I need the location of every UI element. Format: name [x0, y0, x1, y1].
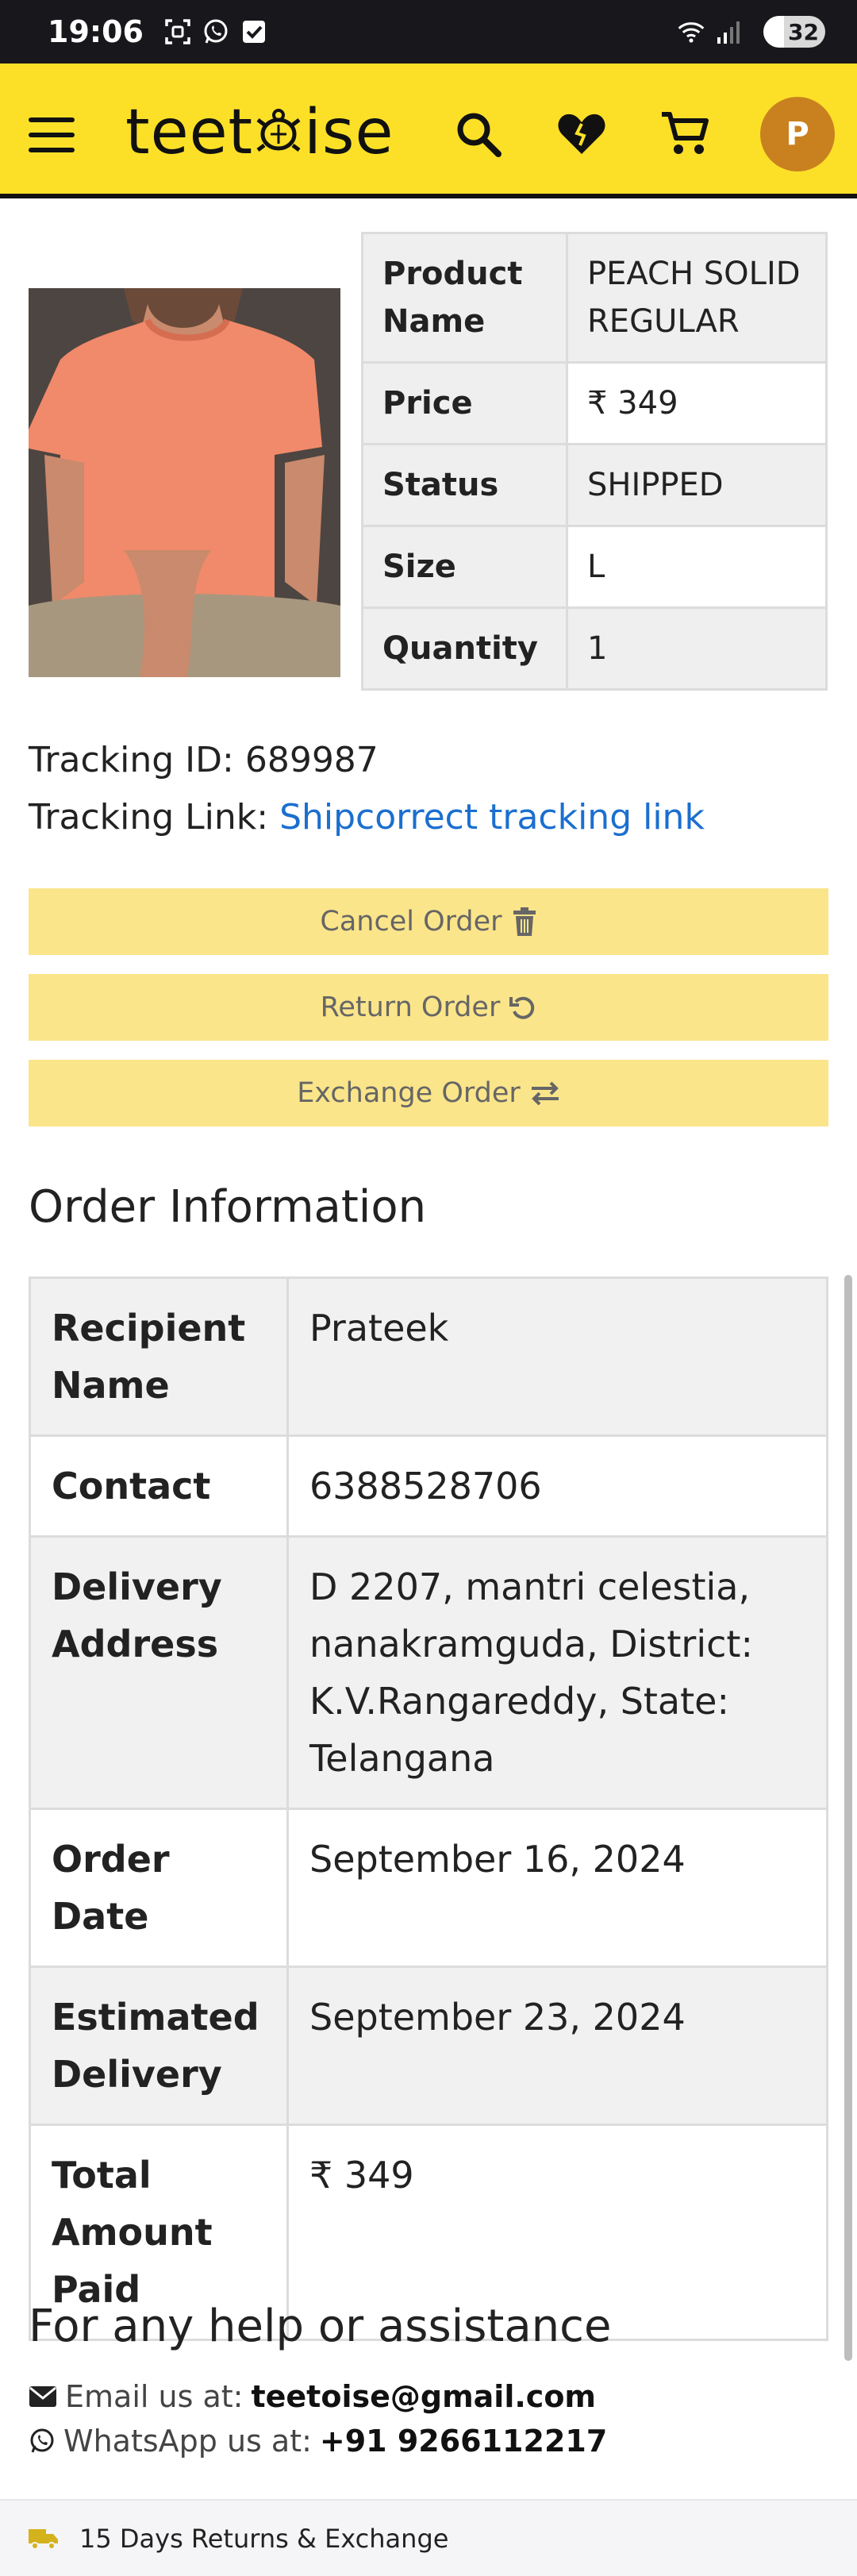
- order-date-value: September 16, 2024: [286, 1808, 828, 1968]
- cart-icon[interactable]: [659, 108, 711, 160]
- cancel-order-label: Cancel Order: [320, 906, 502, 938]
- quantity-value: 1: [566, 606, 828, 691]
- recipient-name-value: Prateek: [286, 1276, 828, 1437]
- email-label: Email us at:: [65, 2379, 244, 2414]
- battery-level: 32: [788, 18, 819, 45]
- battery-indicator: 32: [763, 16, 825, 48]
- logo-text-start: teet: [125, 97, 254, 168]
- whatsapp-icon: [202, 18, 229, 45]
- delivery-address-value: D 2207, mantri celestia, nanakramguda, D…: [286, 1535, 828, 1810]
- table-row: Quantity 1: [361, 606, 828, 691]
- checkbox-notification-icon: [240, 18, 267, 45]
- delivery-truck-icon: [29, 2528, 58, 2550]
- whatsapp-label: WhatsApp us at:: [63, 2424, 312, 2459]
- exchange-order-button[interactable]: Exchange Order: [29, 1060, 828, 1126]
- tracking-link-label: Tracking Link:: [29, 797, 280, 837]
- table-row: Product Name PEACH SOLID REGULAR T-…: [361, 232, 828, 364]
- order-information-table: Recipient Name Prateek Contact 638852870…: [29, 1276, 828, 2341]
- returns-banner: 15 Days Returns & Exchange: [0, 2499, 857, 2576]
- quantity-label: Quantity: [361, 606, 568, 691]
- status-label: Status: [361, 443, 568, 527]
- teetoise-logo[interactable]: teet ise: [125, 97, 394, 168]
- contact-label: Contact: [29, 1434, 289, 1538]
- whatsapp-icon: [30, 2428, 54, 2453]
- table-row: Order Date September 16, 2024: [29, 1808, 828, 1968]
- order-date-label: Order Date: [29, 1808, 289, 1968]
- tracking-link[interactable]: Shipcorrect tracking link: [279, 797, 705, 837]
- wishlist-heart-icon[interactable]: [555, 108, 608, 160]
- tracking-id: Tracking ID: 689987: [29, 740, 379, 780]
- turtle-icon: [253, 102, 304, 152]
- status-time: 19:06: [48, 14, 144, 49]
- size-value: L: [566, 525, 828, 609]
- table-row: Contact 6388528706: [29, 1434, 828, 1538]
- product-name-label: Product Name: [361, 232, 568, 364]
- support-email[interactable]: teetoise@gmail.com: [251, 2379, 596, 2414]
- estimated-delivery-label: Estimated Delivery: [29, 1966, 289, 2126]
- search-icon[interactable]: [452, 108, 505, 160]
- price-value: ₹ 349: [566, 361, 828, 445]
- app-header: teet ise P: [0, 64, 857, 198]
- help-title: For any help or assistance: [29, 2301, 612, 2352]
- exchange-order-label: Exchange Order: [297, 1077, 521, 1109]
- user-avatar[interactable]: P: [760, 97, 835, 171]
- status-bar: 19:06 32: [0, 0, 857, 64]
- envelope-icon: [29, 2386, 56, 2407]
- contact-value: 6388528706: [286, 1434, 828, 1538]
- table-row: Status SHIPPED: [361, 443, 828, 527]
- cancel-order-button[interactable]: Cancel Order: [29, 888, 828, 955]
- delivery-address-label: Delivery Address: [29, 1535, 289, 1810]
- estimated-delivery-value: September 23, 2024: [286, 1966, 828, 2126]
- whatsapp-row: WhatsApp us at: +91 9266112217: [29, 2424, 607, 2459]
- scrollbar[interactable]: [844, 1275, 852, 2361]
- email-row: Email us at: teetoise@gmail.com: [29, 2379, 596, 2414]
- table-row: Recipient Name Prateek: [29, 1276, 828, 1437]
- table-row: Size L: [361, 525, 828, 609]
- returns-text: 15 Days Returns & Exchange: [79, 2523, 449, 2554]
- table-row: Delivery Address D 2207, mantri celestia…: [29, 1535, 828, 1810]
- status-value: SHIPPED: [566, 443, 828, 527]
- size-label: Size: [361, 525, 568, 609]
- product-details-table: Product Name PEACH SOLID REGULAR T-… Pri…: [361, 232, 828, 691]
- screenshot-icon: [164, 18, 191, 45]
- trash-icon: [513, 907, 536, 936]
- wifi-icon: [678, 18, 705, 45]
- product-name-value: PEACH SOLID REGULAR T-…: [566, 232, 828, 364]
- exchange-arrows-icon: [531, 1081, 559, 1105]
- product-image[interactable]: [29, 288, 340, 677]
- return-order-label: Return Order: [320, 992, 501, 1023]
- price-label: Price: [361, 361, 568, 445]
- support-whatsapp[interactable]: +91 9266112217: [320, 2424, 607, 2459]
- menu-icon[interactable]: [29, 117, 75, 152]
- signal-icon: [716, 18, 743, 45]
- undo-icon: [509, 996, 535, 1019]
- logo-text-end: ise: [304, 97, 394, 168]
- tracking-link-row: Tracking Link: Shipcorrect tracking link: [29, 797, 705, 837]
- return-order-button[interactable]: Return Order: [29, 974, 828, 1041]
- table-row: Price ₹ 349: [361, 361, 828, 445]
- table-row: Estimated Delivery September 23, 2024: [29, 1966, 828, 2126]
- order-information-title: Order Information: [29, 1181, 427, 1233]
- recipient-name-label: Recipient Name: [29, 1276, 289, 1437]
